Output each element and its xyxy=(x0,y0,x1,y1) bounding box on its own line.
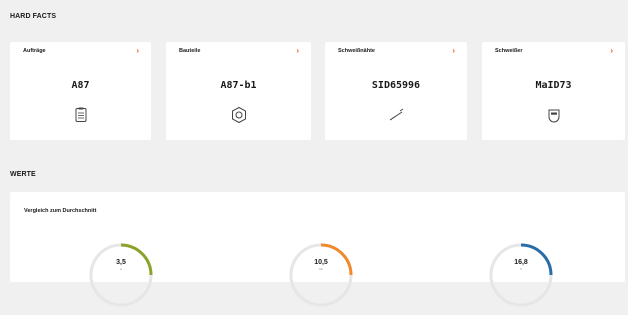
card-value: MaID73 xyxy=(535,80,572,91)
gauge-value: 3,5 xyxy=(116,259,126,266)
chevron-right-icon[interactable]: › xyxy=(452,46,455,55)
clipboard-icon xyxy=(75,107,86,122)
card-label: Aufträge xyxy=(23,48,46,54)
card-label: Schweißnähte xyxy=(338,48,375,54)
gauge-ring xyxy=(289,243,353,307)
weld-seam-icon xyxy=(389,108,404,121)
card-schweissnaehte[interactable]: Schweißnähte › SID65996 xyxy=(325,42,467,140)
chevron-right-icon[interactable]: › xyxy=(136,46,139,55)
gauge-unit: A xyxy=(119,267,122,271)
welder-helmet-icon xyxy=(548,109,559,123)
gauge-current-ka: 10,5 kA xyxy=(286,240,356,310)
card-bauteile[interactable]: Bauteile › A87-b1 xyxy=(166,42,311,140)
gauge-ring xyxy=(489,243,553,307)
card-value: SID65996 xyxy=(371,80,421,91)
gauge-unit: kA xyxy=(319,267,323,271)
card-value: A87 xyxy=(71,80,90,91)
card-label: Schweißer xyxy=(495,48,523,54)
gauge-voltage: 16,8 V xyxy=(486,240,556,310)
component-icon xyxy=(231,106,246,124)
panel-title: Vergleich zum Durchschnitt xyxy=(24,208,97,214)
chevron-right-icon[interactable]: › xyxy=(296,46,299,55)
comparison-panel: Vergleich zum Durchschnitt 3,5 A 10,5 kA… xyxy=(10,192,625,307)
gauge-unit: V xyxy=(519,267,522,271)
chevron-right-icon[interactable]: › xyxy=(610,46,613,55)
gauge-value: 16,8 xyxy=(514,259,528,266)
gauge-current: 3,5 A xyxy=(86,240,156,310)
gauge-value: 10,5 xyxy=(314,259,328,266)
card-value: A87-b1 xyxy=(220,80,257,91)
card-label: Bauteile xyxy=(179,48,201,54)
gauge-ring xyxy=(89,243,153,307)
card-auftraege[interactable]: Aufträge › A87 xyxy=(10,42,151,140)
hard-facts-title: HARD FACTS xyxy=(10,13,57,20)
card-schweisser[interactable]: Schweißer › MaID73 xyxy=(482,42,625,140)
werte-title: WERTE xyxy=(10,171,36,178)
